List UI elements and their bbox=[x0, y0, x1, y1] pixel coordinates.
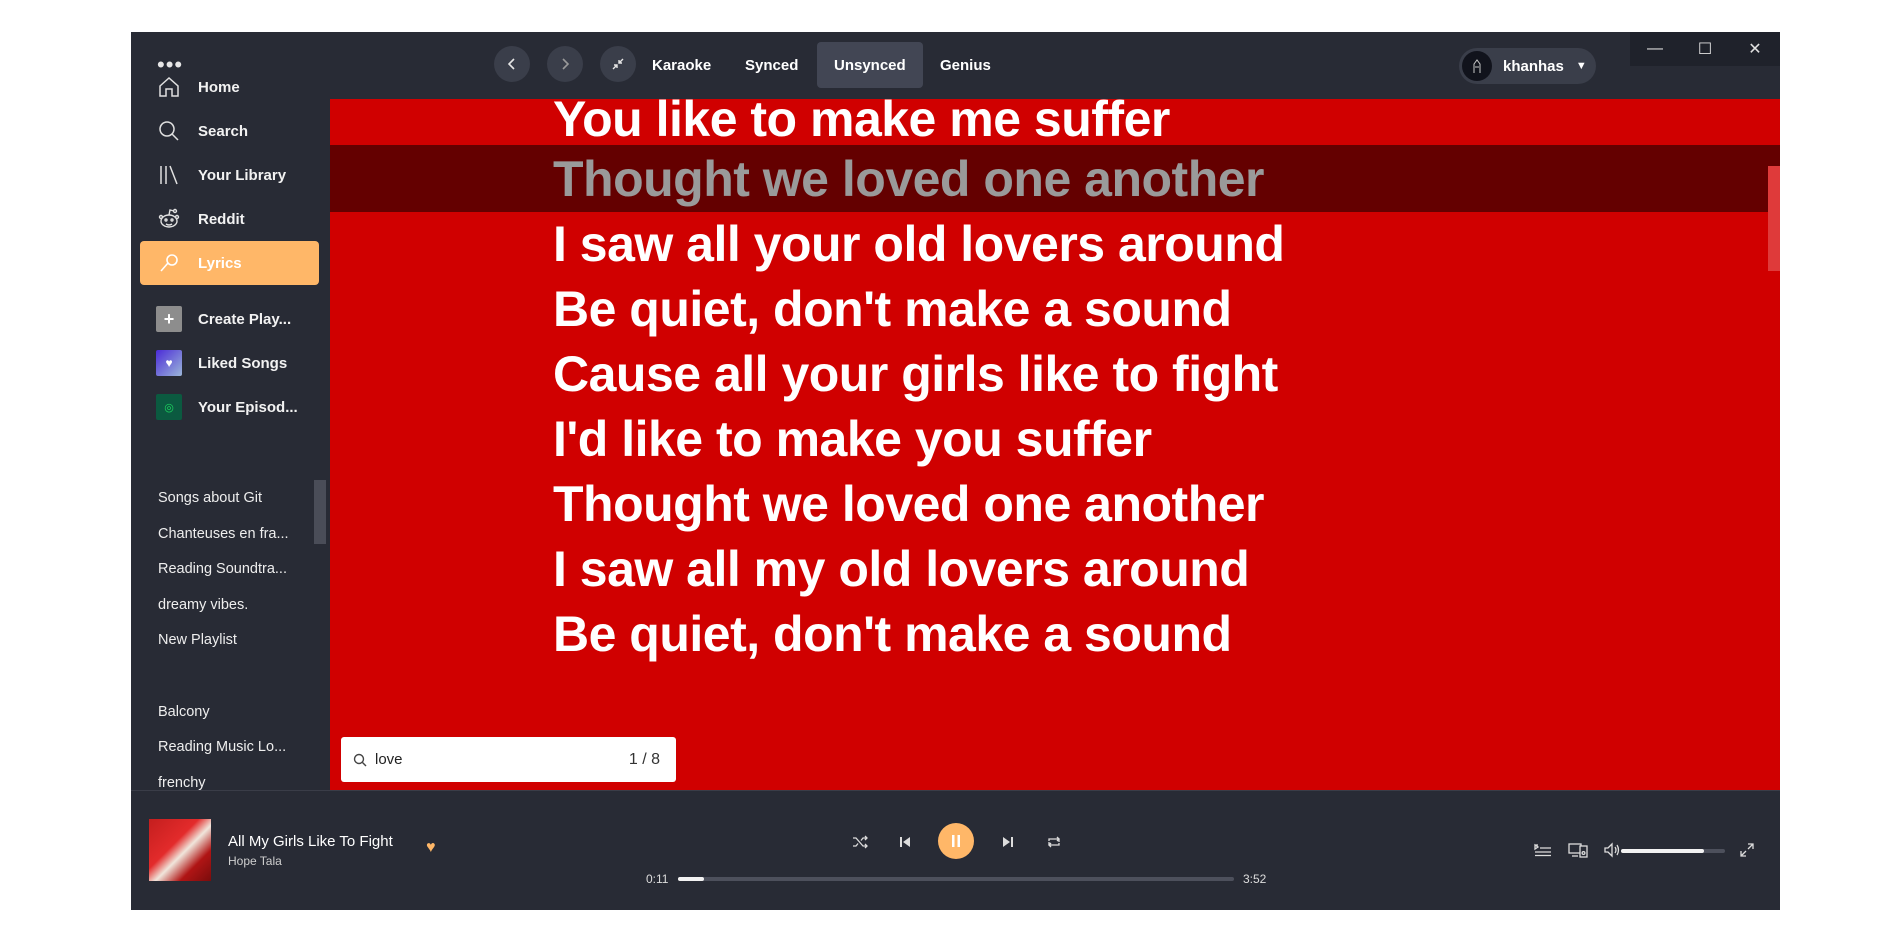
plus-icon: + bbox=[156, 306, 182, 332]
reddit-icon bbox=[154, 204, 184, 234]
fullscreen-button[interactable] bbox=[1735, 838, 1759, 862]
tab-synced[interactable]: Synced bbox=[728, 42, 815, 88]
chevron-right-icon bbox=[562, 58, 570, 70]
sidebar-item-create-playlist[interactable]: + Create Play... bbox=[140, 297, 319, 341]
devices-button[interactable] bbox=[1566, 838, 1590, 862]
playlist-item[interactable]: frenchy bbox=[158, 775, 308, 791]
match-counter: 1 / 8 bbox=[628, 750, 660, 768]
search-query[interactable]: love bbox=[375, 751, 629, 768]
top-bar: Karaoke Synced Unsynced Genius khanhas ▼… bbox=[328, 32, 1780, 99]
chevron-left-icon bbox=[507, 58, 515, 70]
maximize-icon[interactable]: ☐ bbox=[1680, 32, 1730, 66]
sidebar-item-your-episodes[interactable]: ◎ Your Episod... bbox=[140, 385, 319, 429]
volume-icon bbox=[1604, 842, 1620, 858]
back-button[interactable] bbox=[494, 46, 530, 82]
username: khanhas bbox=[1503, 57, 1564, 75]
next-button[interactable] bbox=[993, 827, 1023, 857]
sidebar-item-label: Your Library bbox=[198, 166, 287, 184]
tab-genius[interactable]: Genius bbox=[923, 42, 1008, 88]
avatar bbox=[1462, 51, 1492, 81]
tab-unsynced[interactable]: Unsynced bbox=[817, 42, 923, 88]
skip-back-icon bbox=[900, 837, 910, 847]
microphone-icon bbox=[154, 248, 184, 278]
queue-button[interactable] bbox=[1531, 838, 1555, 862]
skip-forward-icon bbox=[1003, 837, 1013, 847]
lyrics-search-box[interactable]: love 1 / 8 bbox=[341, 737, 676, 782]
sidebar-item-lyrics[interactable]: Lyrics bbox=[140, 241, 319, 285]
lyrics-scrollbar[interactable] bbox=[1768, 166, 1780, 271]
repeat-icon bbox=[1048, 836, 1060, 848]
sidebar-item-label: Your Episod... bbox=[198, 398, 298, 416]
total-time: 3:52 bbox=[1243, 872, 1267, 886]
volume-slider[interactable] bbox=[1621, 849, 1725, 853]
player-bar: All My Girls Like To Fight Hope Tala ♥ 0… bbox=[131, 790, 1780, 910]
heart-icon: ♥ bbox=[156, 350, 182, 376]
forward-button[interactable] bbox=[547, 46, 583, 82]
queue-icon bbox=[1534, 843, 1551, 857]
minimize-icon[interactable]: — bbox=[1630, 32, 1680, 66]
shuffle-icon bbox=[853, 835, 868, 849]
sidebar-item-library[interactable]: Your Library bbox=[140, 153, 319, 197]
playlist-item[interactable]: New Playlist bbox=[158, 632, 308, 648]
lyrics-panel: You like to make me suffer Thought we lo… bbox=[330, 99, 1780, 790]
home-icon bbox=[154, 72, 184, 102]
sidebar-item-home[interactable]: Home bbox=[140, 65, 319, 109]
playlist-item[interactable]: Songs about Git bbox=[158, 490, 308, 506]
sidebar-item-label: Home bbox=[198, 78, 240, 96]
lyric-line[interactable]: Thought we loved one another bbox=[553, 472, 1265, 536]
track-artist[interactable]: Hope Tala bbox=[228, 854, 282, 868]
playlist-item[interactable]: dreamy vibes. bbox=[158, 597, 308, 613]
sidebar-item-reddit[interactable]: Reddit bbox=[140, 197, 319, 241]
previous-button[interactable] bbox=[890, 827, 920, 857]
sidebar-item-search[interactable]: Search bbox=[140, 109, 319, 153]
volume-fill bbox=[1621, 849, 1705, 853]
pause-button[interactable] bbox=[938, 823, 974, 859]
lyric-line[interactable]: Cause all your girls like to fight bbox=[553, 342, 1278, 406]
sidebar-item-label: Create Play... bbox=[198, 310, 292, 328]
lyric-line[interactable]: You like to make me suffer bbox=[553, 99, 1170, 151]
progress-fill bbox=[678, 877, 705, 881]
album-cover[interactable] bbox=[149, 819, 211, 881]
lyric-line[interactable]: Be quiet, don't make a sound bbox=[553, 602, 1232, 666]
close-icon[interactable]: ✕ bbox=[1730, 32, 1780, 66]
sidebar-item-liked-songs[interactable]: ♥ Liked Songs bbox=[140, 341, 319, 385]
window-controls: — ☐ ✕ bbox=[1630, 32, 1780, 66]
search-icon bbox=[353, 753, 367, 767]
podcast-icon: ◎ bbox=[156, 394, 182, 420]
search-icon bbox=[154, 116, 184, 146]
devices-icon bbox=[1568, 843, 1588, 858]
sidebar-item-label: Liked Songs bbox=[198, 354, 288, 372]
caret-down-icon: ▼ bbox=[1575, 60, 1587, 72]
library-icon bbox=[154, 160, 184, 190]
tab-karaoke[interactable]: Karaoke bbox=[635, 42, 728, 88]
lyric-line[interactable]: Be quiet, don't make a sound bbox=[553, 277, 1232, 341]
track-title[interactable]: All My Girls Like To Fight bbox=[228, 833, 393, 850]
pause-icon bbox=[952, 835, 960, 847]
collapse-icon bbox=[612, 58, 624, 70]
playlist-item[interactable]: Reading Soundtra... bbox=[158, 561, 308, 577]
sidebar-scrollbar[interactable] bbox=[314, 480, 326, 544]
spotify-window: ••• Home Search Your Library Reddit Lyri… bbox=[131, 32, 1780, 910]
sidebar-item-label: Reddit bbox=[198, 210, 245, 228]
playlist-item[interactable]: Reading Music Lo... bbox=[158, 739, 308, 755]
lyric-line[interactable]: I saw all your old lovers around bbox=[553, 212, 1285, 276]
expand-icon bbox=[1740, 843, 1754, 857]
elapsed-time: 0:11 bbox=[646, 872, 669, 886]
lyric-line-highlighted[interactable]: Thought we loved one another bbox=[553, 147, 1265, 211]
repeat-button[interactable] bbox=[1039, 827, 1069, 857]
compact-mode-button[interactable] bbox=[600, 46, 636, 82]
lyric-line[interactable]: I'd like to make you suffer bbox=[553, 407, 1152, 471]
sidebar-item-label: Lyrics bbox=[198, 254, 242, 272]
user-menu-button[interactable]: khanhas ▼ bbox=[1459, 48, 1596, 84]
playlist-item[interactable]: Balcony bbox=[158, 704, 308, 720]
playlist-item[interactable]: Chanteuses en fra... bbox=[158, 526, 308, 542]
lyric-line[interactable]: I saw all my old lovers around bbox=[553, 537, 1250, 601]
progress-bar[interactable] bbox=[678, 877, 1234, 881]
sidebar: ••• Home Search Your Library Reddit Lyri… bbox=[131, 32, 328, 791]
sidebar-item-label: Search bbox=[198, 122, 249, 140]
shuffle-button[interactable] bbox=[845, 827, 875, 857]
heart-icon[interactable]: ♥ bbox=[426, 839, 436, 857]
